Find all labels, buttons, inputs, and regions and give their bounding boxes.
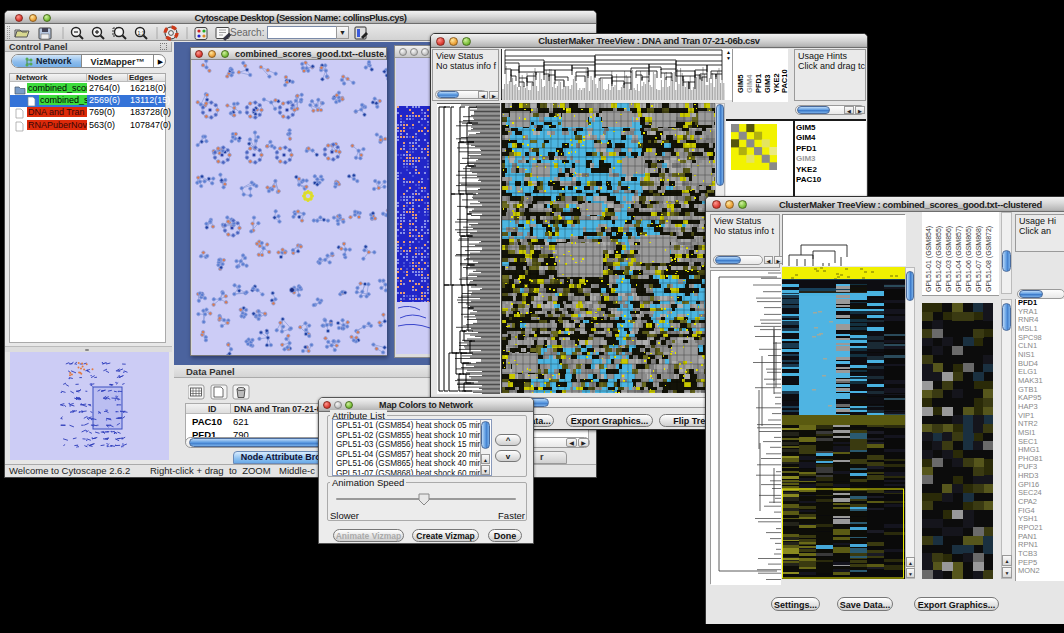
svg-text:1:1: 1:1 [138, 30, 145, 36]
